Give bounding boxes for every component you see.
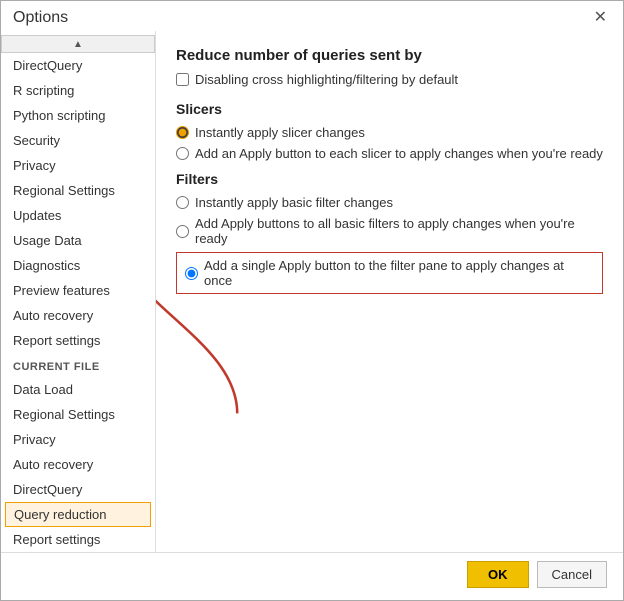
sidebar-item-query-reduction[interactable]: Query reduction [5, 502, 151, 527]
sidebar-item-auto-recovery[interactable]: Auto recovery [1, 452, 155, 477]
scroll-up-button[interactable]: ▲ [1, 35, 155, 53]
filter-option3-label: Add a single Apply button to the filter … [204, 258, 594, 288]
cross-highlight-checkbox-row: Disabling cross highlighting/filtering b… [176, 72, 603, 87]
sidebar-item-auto-recovery[interactable]: Auto recovery [1, 303, 155, 328]
sidebar-item-diagnostics[interactable]: Diagnostics [1, 253, 155, 278]
sidebar-item-usage-data[interactable]: Usage Data [1, 228, 155, 253]
slicer-option2-radio[interactable] [176, 147, 189, 160]
sidebar-item-directquery[interactable]: DirectQuery [1, 53, 155, 78]
sidebar-item-report-settings[interactable]: Report settings [1, 527, 155, 552]
sidebar-item-r-scripting[interactable]: R scripting [1, 78, 155, 103]
cross-highlight-label: Disabling cross highlighting/filtering b… [195, 72, 458, 87]
sidebar: ▲ DirectQueryR scriptingPython scripting… [1, 31, 156, 552]
filter-option3-radio[interactable] [185, 267, 198, 280]
sidebar-current-file-list: Data LoadRegional SettingsPrivacyAuto re… [1, 377, 155, 552]
filter-option1-radio[interactable] [176, 196, 189, 209]
sidebar-section-label: CURRENT FILE [1, 353, 155, 377]
sidebar-item-preview-features[interactable]: Preview features [1, 278, 155, 303]
slicers-label: Slicers [176, 101, 603, 117]
dialog-title: Options [13, 9, 68, 27]
sidebar-global-list: DirectQueryR scriptingPython scriptingSe… [1, 53, 155, 353]
slicer-option1-radio[interactable] [176, 126, 189, 139]
sidebar-item-report-settings[interactable]: Report settings [1, 328, 155, 353]
dialog-footer: OK Cancel [1, 552, 623, 600]
slicer-option1-label: Instantly apply slicer changes [195, 125, 365, 140]
sidebar-item-python-scripting[interactable]: Python scripting [1, 103, 155, 128]
sidebar-item-data-load[interactable]: Data Load [1, 377, 155, 402]
sidebar-item-privacy[interactable]: Privacy [1, 153, 155, 178]
cancel-button[interactable]: Cancel [537, 561, 607, 588]
filter-option2-row: Add Apply buttons to all basic filters t… [176, 216, 603, 246]
content-area: Reduce number of queries sent by Disabli… [156, 31, 623, 552]
options-dialog: Options ✕ ▲ DirectQueryR scriptingPython… [0, 0, 624, 601]
sidebar-item-security[interactable]: Security [1, 128, 155, 153]
titlebar: Options ✕ [1, 1, 623, 31]
sidebar-item-directquery[interactable]: DirectQuery [1, 477, 155, 502]
filter-option2-radio[interactable] [176, 225, 189, 238]
ok-button[interactable]: OK [467, 561, 529, 588]
sidebar-item-regional-settings[interactable]: Regional Settings [1, 178, 155, 203]
content-title: Reduce number of queries sent by [176, 47, 603, 64]
slicer-option1-row: Instantly apply slicer changes [176, 125, 603, 140]
slicer-option2-label: Add an Apply button to each slicer to ap… [195, 146, 603, 161]
slicer-option2-row: Add an Apply button to each slicer to ap… [176, 146, 603, 161]
filter-option2-label: Add Apply buttons to all basic filters t… [195, 216, 603, 246]
sidebar-item-privacy[interactable]: Privacy [1, 427, 155, 452]
filters-label: Filters [176, 171, 603, 187]
sidebar-item-regional-settings[interactable]: Regional Settings [1, 402, 155, 427]
close-button[interactable]: ✕ [590, 10, 611, 26]
filter-option1-label: Instantly apply basic filter changes [195, 195, 393, 210]
sidebar-item-updates[interactable]: Updates [1, 203, 155, 228]
cross-highlight-checkbox[interactable] [176, 73, 189, 86]
dialog-body: ▲ DirectQueryR scriptingPython scripting… [1, 31, 623, 552]
filter-option1-row: Instantly apply basic filter changes [176, 195, 603, 210]
filter-option3-highlighted-row: Add a single Apply button to the filter … [176, 252, 603, 294]
